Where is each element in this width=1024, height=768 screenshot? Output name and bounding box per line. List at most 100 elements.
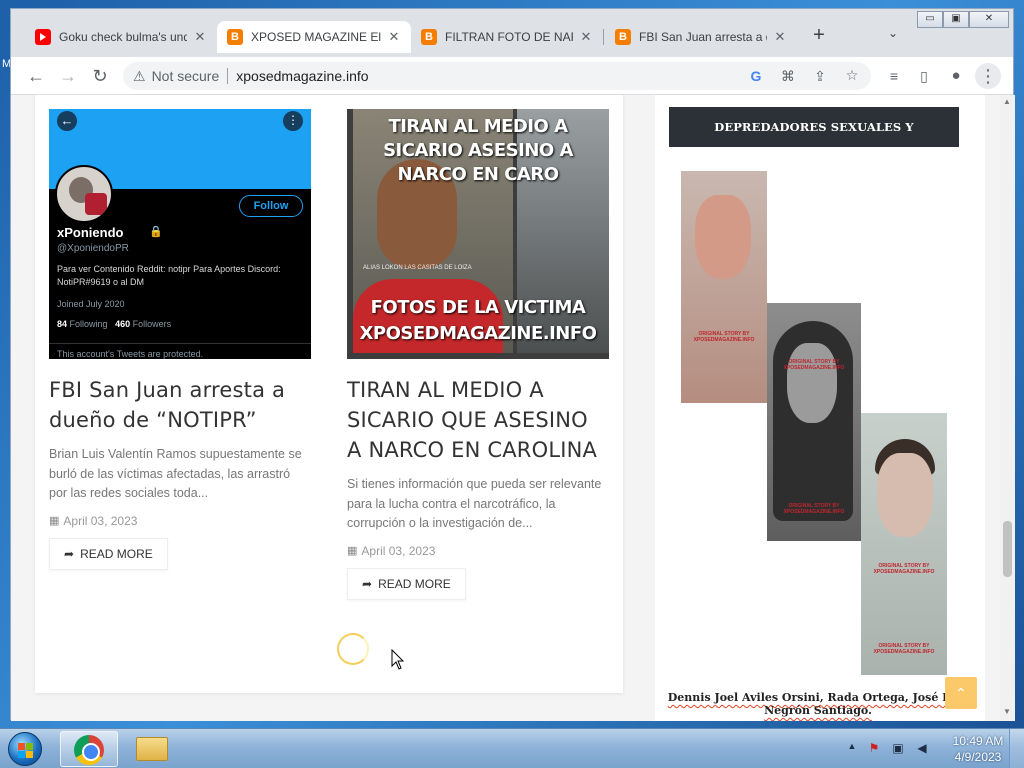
image-headline-top: TIRAN AL MEDIO A SICARIO ASESINO A NARCO… — [383, 116, 573, 185]
share-icon[interactable]: ⇪ — [811, 68, 829, 85]
post-date-text: April 03, 2023 — [63, 513, 138, 528]
twitter-handle: @XponiendoPR — [57, 243, 129, 254]
twitter-joined: Joined July 2020 — [57, 299, 125, 309]
read-more-button[interactable]: ➦ READ MORE — [49, 537, 168, 570]
twitter-divider — [49, 343, 311, 344]
url-text[interactable]: xposedmagazine.info — [236, 68, 368, 84]
chrome-window: Goku check bulma's und ✕ XPOSED MAGAZINE… — [10, 8, 1015, 721]
image-stamp: ORIGINAL STORY BY XPOSEDMAGAZINE.INFO — [693, 331, 755, 343]
read-more-button[interactable]: ➦ READ MORE — [347, 567, 466, 600]
scroll-thumb[interactable] — [1003, 521, 1012, 577]
posts-card: ← ⋮ Follow xPoniendo 🔒 @XponiendoPR Para… — [35, 95, 623, 693]
scroll-down-arrow-icon[interactable]: ▼ — [1003, 707, 1011, 716]
mugshot-face — [787, 343, 837, 423]
post-excerpt: Brian Luis Valentín Ramos supuestamente … — [49, 447, 302, 500]
tab-fbi-san-juan[interactable]: FBI San Juan arresta a d ✕ — [605, 21, 797, 53]
tab-title: FILTRAN FOTO DE NARC — [445, 30, 573, 44]
show-desktop-button[interactable] — [1009, 729, 1024, 768]
mugshot-face — [877, 453, 933, 537]
taskbar-chrome-button[interactable] — [60, 731, 118, 767]
post-title[interactable]: FBI San Juan arresta a dueño de “NOTIPR” — [49, 375, 311, 435]
action-center-flag-icon[interactable]: ⚑ — [866, 741, 882, 757]
security-label[interactable]: Not secure — [152, 68, 220, 84]
system-tray: ▲ ⚑ ▣ ◀ 10:49 AM 4/9/2023 — [838, 729, 1024, 768]
tab-title: XPOSED MAGAZINE Elb — [251, 30, 381, 44]
post-title[interactable]: TIRAN AL MEDIO A SICARIO QUE ASESINO A N… — [347, 375, 609, 465]
network-icon[interactable]: ▣ — [890, 741, 906, 757]
bookmark-star-icon[interactable]: ☆ — [843, 67, 861, 84]
windows-logo-icon — [8, 732, 42, 766]
twitter-protected-note: This account's Tweets are protected. — [57, 349, 204, 359]
page-viewport: ← ⋮ Follow xPoniendo 🔒 @XponiendoPR Para… — [11, 95, 1000, 721]
post-image-twitter-profile[interactable]: ← ⋮ Follow xPoniendo 🔒 @XponiendoPR Para… — [49, 109, 311, 359]
tab-youtube[interactable]: Goku check bulma's und ✕ — [25, 21, 217, 53]
followers-count: 460 — [115, 319, 131, 329]
page-scrollbar[interactable]: ▲ ▼ — [1000, 95, 1015, 721]
logo-pane — [26, 751, 33, 758]
more-icon: ⋮ — [283, 111, 303, 131]
mouse-cursor-icon — [391, 649, 405, 670]
warning-icon[interactable]: ⚠ — [133, 68, 146, 85]
image-headline-bottom: FOTOS DE LA VICTIMA XPOSEDMAGAZINE.INFO — [359, 297, 597, 344]
avatar — [55, 165, 113, 223]
volume-muted-icon[interactable]: ◀ — [914, 741, 930, 757]
logo-pane — [26, 743, 33, 750]
tab-close-icon[interactable]: ✕ — [579, 29, 593, 45]
back-button[interactable]: ← — [23, 63, 49, 89]
back-to-top-button[interactable]: ⌃ — [945, 677, 977, 709]
minimize-button[interactable]: ▭ — [917, 11, 943, 28]
tab-strip: Goku check bulma's und ✕ XPOSED MAGAZINE… — [11, 9, 1013, 57]
loading-spinner — [337, 633, 369, 665]
taskbar-clock[interactable]: 10:49 AM 4/9/2023 — [938, 733, 1018, 765]
address-bar[interactable]: ⚠ Not secure xposedmagazine.info G ⌘ ⇪ ☆ — [123, 62, 871, 90]
post-excerpt: Si tienes información que pueda ser rele… — [347, 477, 602, 530]
chrome-icon — [74, 735, 104, 765]
translate-icon[interactable]: ⌘ — [779, 68, 797, 85]
browser-toolbar: ← → ↻ ⚠ Not secure xposedmagazine.info G… — [11, 57, 1013, 95]
folder-icon — [136, 737, 168, 761]
following-label: Following — [69, 319, 108, 329]
mugshot-face — [695, 195, 751, 279]
post-card: ← ⋮ Follow xPoniendo 🔒 @XponiendoPR Para… — [49, 109, 311, 570]
taskbar-explorer-button[interactable] — [122, 731, 180, 767]
chrome-menu-button[interactable]: ⋮ — [975, 63, 1001, 89]
tab-title: Goku check bulma's und — [59, 30, 187, 44]
read-more-label: READ MORE — [378, 576, 451, 591]
side-panel-icon[interactable]: ▯ — [911, 63, 937, 89]
show-hidden-icons-icon[interactable]: ▲ — [844, 741, 860, 757]
reading-list-icon[interactable]: ≡ — [881, 63, 907, 89]
image-stamp: ORIGINAL STORY BY XPOSEDMAGAZINE.INFO — [783, 503, 845, 515]
profile-avatar-icon[interactable]: ● — [943, 63, 969, 89]
tab-xposed-magazine[interactable]: XPOSED MAGAZINE Elb ✕ — [217, 21, 411, 53]
forward-button[interactable]: → — [55, 63, 81, 89]
start-button[interactable] — [4, 730, 48, 768]
tab-filtran-foto[interactable]: FILTRAN FOTO DE NARC ✕ — [411, 21, 603, 53]
tab-close-icon[interactable]: ✕ — [773, 29, 787, 45]
tab-close-icon[interactable]: ✕ — [193, 29, 207, 45]
tab-search-chevron-icon[interactable]: ⌄ — [883, 26, 903, 46]
tab-separator — [603, 29, 604, 45]
sidebar-caption: Dennis Joel Aviles Orsini, Rada Ortega, … — [667, 691, 969, 717]
mugshot-image[interactable]: ORIGINAL STORY BY XPOSEDMAGAZINE.INFO OR… — [767, 303, 861, 541]
new-tab-button[interactable]: + — [807, 24, 831, 48]
post-image-narco[interactable]: TIRAN AL MEDIO A SICARIO ASESINO A NARCO… — [347, 109, 609, 359]
twitter-name: xPoniendo — [57, 225, 124, 240]
follow-badge: Follow — [239, 195, 303, 217]
close-window-button[interactable]: ✕ — [969, 11, 1009, 28]
share-arrow-icon: ➦ — [64, 546, 75, 561]
mugshot-image[interactable]: ORIGINAL STORY BY XPOSEDMAGAZINE.INFO OR… — [861, 413, 947, 675]
read-more-label: READ MORE — [80, 546, 153, 561]
image-alias: ALIAS LOKON LAS CASITAS DE LOIZA — [363, 265, 472, 271]
mugshot-image[interactable]: ORIGINAL STORY BY XPOSEDMAGAZINE.INFO — [681, 171, 767, 403]
scroll-up-arrow-icon[interactable]: ▲ — [1003, 97, 1011, 106]
maximize-button[interactable]: ▣ — [943, 11, 969, 28]
google-lens-icon[interactable]: G — [747, 68, 765, 84]
post-date-text: April 03, 2023 — [361, 543, 436, 558]
following-count: 84 — [57, 319, 68, 329]
tab-close-icon[interactable]: ✕ — [387, 29, 401, 45]
sidebar-heading: DEPREDADORES SEXUALES Y CRIMINALES — [669, 107, 959, 174]
reload-button[interactable]: ↻ — [87, 63, 113, 89]
back-arrow-icon: ← — [57, 111, 77, 131]
sidebar-widget: DEPREDADORES SEXUALES Y CRIMINALES ORIGI… — [655, 95, 985, 721]
image-stamp: ORIGINAL STORY BY XPOSEDMAGAZINE.INFO — [783, 359, 845, 371]
